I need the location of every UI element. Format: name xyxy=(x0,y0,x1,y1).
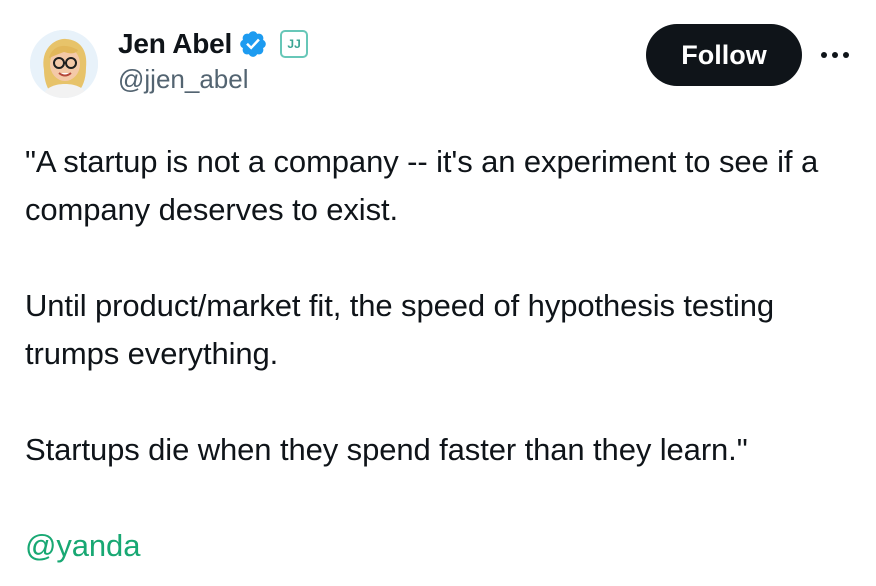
tweet-paragraph: Until product/market fit, the speed of h… xyxy=(25,288,775,371)
avatar-portrait-icon xyxy=(30,30,98,98)
author-name-row: Jen Abel JJ xyxy=(118,24,309,64)
tweet-card: Jen Abel JJ @jjen_abel Follow "A startup… xyxy=(0,0,876,586)
affiliate-badge-icon[interactable]: JJ xyxy=(280,30,309,58)
mention-link[interactable]: @yanda xyxy=(25,528,140,563)
avatar[interactable] xyxy=(30,30,98,98)
verified-badge-icon[interactable] xyxy=(238,29,268,59)
tweet-text: "A startup is not a company -- it's an e… xyxy=(25,138,855,570)
follow-button[interactable]: Follow xyxy=(646,24,802,86)
author-handle[interactable]: @jjen_abel xyxy=(118,64,248,95)
more-dots-icon[interactable] xyxy=(818,38,852,72)
author-display-name[interactable]: Jen Abel xyxy=(118,28,232,60)
tweet-paragraph: Startups die when they spend faster than… xyxy=(25,432,748,467)
tweet-paragraph: "A startup is not a company -- it's an e… xyxy=(25,144,819,227)
